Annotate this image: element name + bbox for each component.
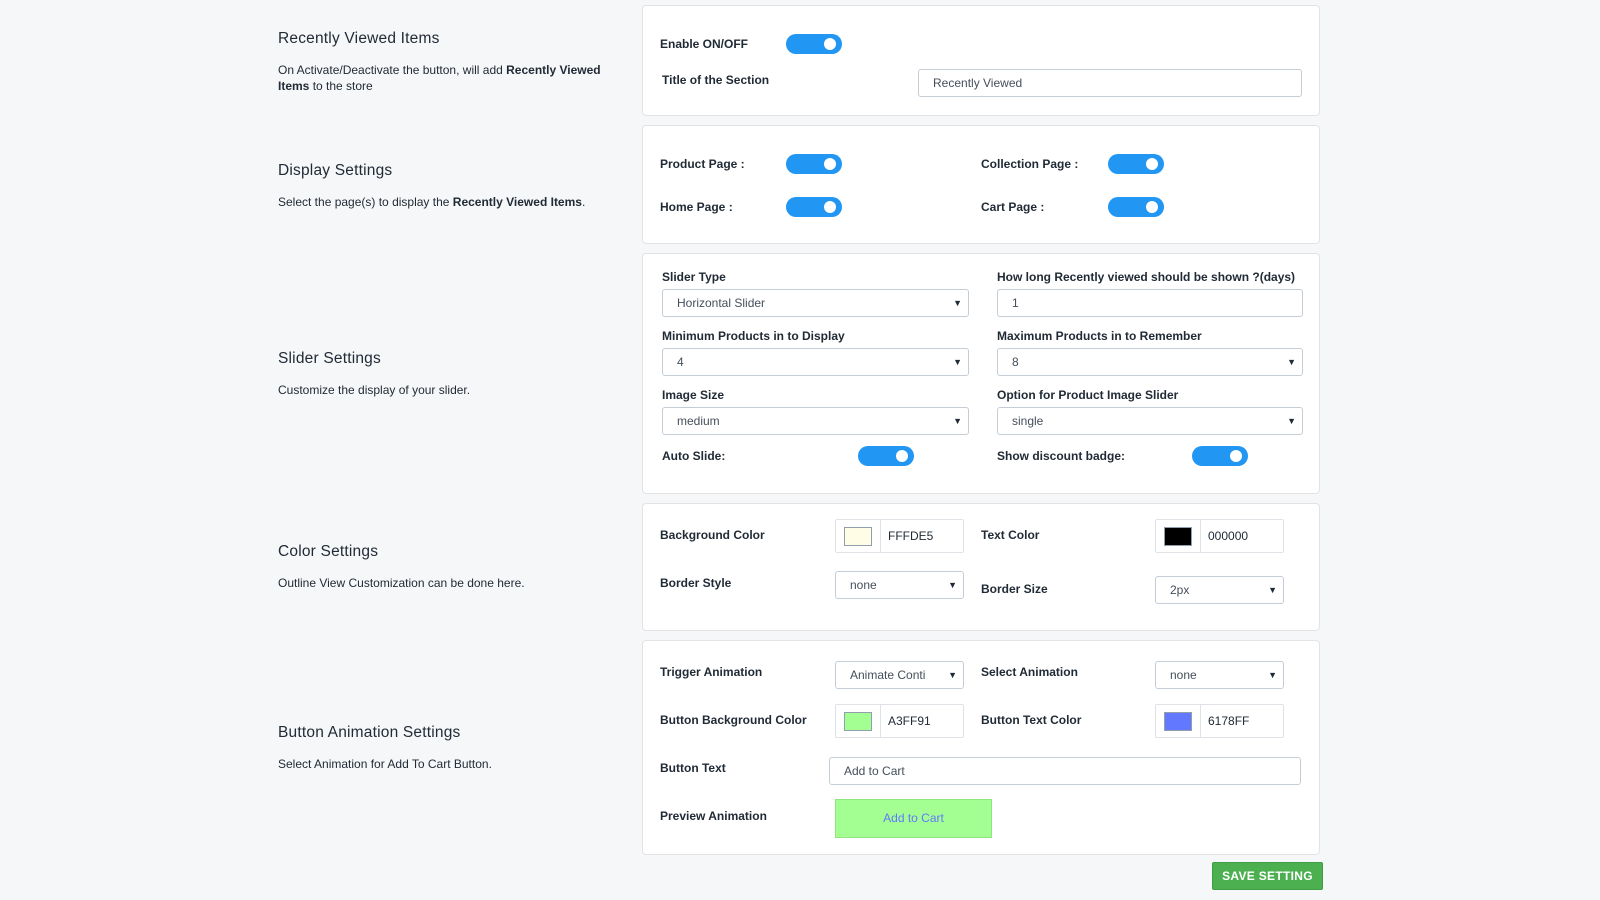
image-slider-select[interactable]: single ▼ (997, 407, 1303, 435)
btn-text-color-picker[interactable]: 6178FF (1155, 704, 1284, 738)
color-title: Color Settings (278, 543, 379, 560)
cart-page-label: Cart Page : (981, 200, 1045, 214)
recently-viewed-description: Recently Viewed Items On Activate/Deacti… (278, 30, 608, 94)
recently-viewed-card: Enable ON/OFF Title of the Section Recen… (642, 5, 1320, 116)
display-title: Display Settings (278, 162, 393, 179)
preview-animation-label: Preview Animation (660, 809, 767, 823)
discount-badge-label: Show discount badge: (997, 449, 1125, 463)
caret-down-icon: ▼ (953, 298, 962, 308)
border-style-label: Border Style (660, 576, 732, 590)
border-size-label: Border Size (981, 582, 1048, 596)
bg-color-picker[interactable]: FFFDE5 (835, 519, 964, 553)
text-color-picker[interactable]: 000000 (1155, 519, 1284, 553)
border-size-select[interactable]: 2px ▼ (1155, 576, 1284, 604)
caret-down-icon: ▼ (948, 670, 957, 680)
caret-down-icon: ▼ (953, 357, 962, 367)
display-text: Select the page(s) to display the Recent… (278, 195, 586, 209)
display-description: Display Settings Select the page(s) to d… (278, 162, 608, 210)
button-anim-title: Button Animation Settings (278, 724, 461, 741)
section-title-label: Title of the Section (662, 73, 770, 87)
cart-page-toggle[interactable] (1108, 197, 1164, 217)
image-size-label: Image Size (662, 388, 725, 402)
button-anim-description: Button Animation Settings Select Animati… (278, 724, 608, 772)
text-color-swatch[interactable] (1164, 527, 1192, 546)
recently-viewed-title: Recently Viewed Items (278, 30, 440, 47)
slider-description: Slider Settings Customize the display of… (278, 350, 608, 398)
text-color-value: 000000 (1208, 529, 1249, 543)
btn-text-color-swatch[interactable] (1164, 712, 1192, 731)
color-text: Outline View Customization can be done h… (278, 576, 525, 590)
max-products-label: Maximum Products in to Remember (997, 329, 1202, 343)
btn-bg-color-picker[interactable]: A3FF91 (835, 704, 964, 738)
caret-down-icon: ▼ (948, 580, 957, 590)
caret-down-icon: ▼ (953, 416, 962, 426)
enable-label: Enable ON/OFF (660, 37, 749, 51)
button-anim-card: Trigger Animation Animate Conti ▼ Select … (642, 640, 1320, 855)
bg-color-swatch[interactable] (844, 527, 872, 546)
select-animation-label: Select Animation (981, 665, 1078, 679)
slider-text: Customize the display of your slider. (278, 383, 471, 397)
btn-text-color-label: Button Text Color (981, 713, 1082, 727)
slider-title: Slider Settings (278, 350, 381, 367)
days-input[interactable]: 1 (997, 289, 1303, 317)
button-text-label: Button Text (660, 761, 726, 775)
caret-down-icon: ▼ (1268, 670, 1277, 680)
display-card: Product Page : Collection Page : Home Pa… (642, 125, 1320, 244)
max-products-select[interactable]: 8 ▼ (997, 348, 1303, 376)
trigger-animation-label: Trigger Animation (660, 665, 763, 679)
btn-bg-color-value: A3FF91 (888, 714, 931, 728)
enable-toggle[interactable] (786, 34, 842, 54)
trigger-animation-select[interactable]: Animate Conti ▼ (835, 661, 964, 689)
image-size-select[interactable]: medium ▼ (662, 407, 969, 435)
image-slider-label: Option for Product Image Slider (997, 388, 1179, 402)
bg-color-value: FFFDE5 (888, 529, 934, 543)
section-title-input[interactable]: Recently Viewed (918, 69, 1302, 97)
auto-slide-toggle[interactable] (858, 446, 914, 466)
button-anim-text: Select Animation for Add To Cart Button. (278, 757, 492, 771)
auto-slide-label: Auto Slide: (662, 449, 726, 463)
caret-down-icon: ▼ (1268, 585, 1277, 595)
color-card: Background Color FFFDE5 Text Color 00000… (642, 503, 1320, 631)
home-page-toggle[interactable] (786, 197, 842, 217)
btn-text-color-value: 6178FF (1208, 714, 1250, 728)
btn-bg-color-label: Button Background Color (660, 713, 807, 727)
bg-color-label: Background Color (660, 528, 765, 542)
caret-down-icon: ▼ (1287, 357, 1296, 367)
days-label: How long Recently viewed should be shown… (997, 270, 1296, 284)
product-page-toggle[interactable] (786, 154, 842, 174)
collection-page-label: Collection Page : (981, 157, 1079, 171)
recently-viewed-text: On Activate/Deactivate the button, will … (278, 63, 601, 93)
color-description: Color Settings Outline View Customizatio… (278, 543, 608, 591)
slider-type-select[interactable]: Horizontal Slider ▼ (662, 289, 969, 317)
slider-type-label: Slider Type (662, 270, 726, 284)
select-animation-select[interactable]: none ▼ (1155, 661, 1284, 689)
btn-bg-color-swatch[interactable] (844, 712, 872, 731)
product-page-label: Product Page : (660, 157, 745, 171)
button-text-input[interactable]: Add to Cart (829, 757, 1301, 785)
min-products-select[interactable]: 4 ▼ (662, 348, 969, 376)
collection-page-toggle[interactable] (1108, 154, 1164, 174)
border-style-select[interactable]: none ▼ (835, 571, 964, 599)
slider-card: Slider Type Horizontal Slider ▼ How long … (642, 253, 1320, 494)
preview-add-to-cart-button[interactable]: Add to Cart (835, 799, 992, 838)
caret-down-icon: ▼ (1287, 416, 1296, 426)
min-products-label: Minimum Products in to Display (662, 329, 845, 343)
save-setting-button[interactable]: SAVE SETTING (1212, 862, 1323, 890)
text-color-label: Text Color (981, 528, 1040, 542)
home-page-label: Home Page : (660, 200, 733, 214)
discount-badge-toggle[interactable] (1192, 446, 1248, 466)
